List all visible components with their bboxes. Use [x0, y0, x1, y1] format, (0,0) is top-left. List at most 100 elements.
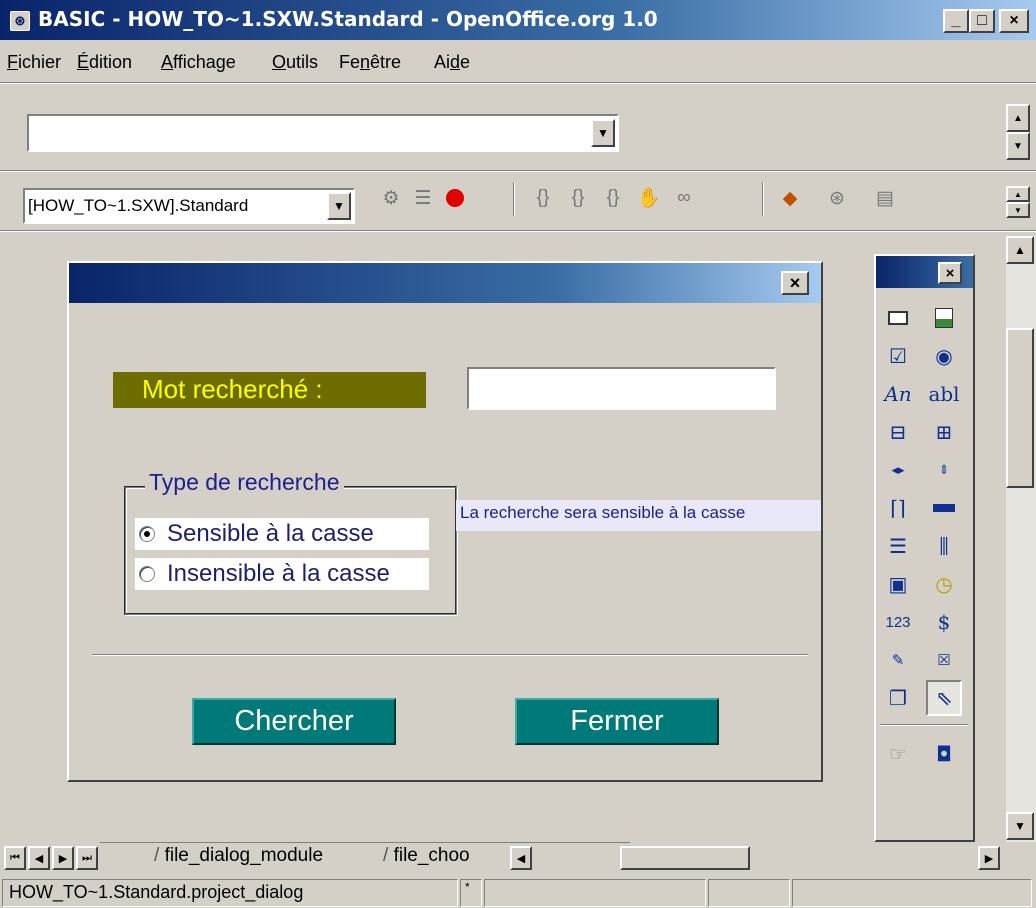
first-tab-button[interactable]: ⏮	[4, 846, 26, 870]
function-bar-scroll-down[interactable]: ▼	[1006, 132, 1030, 160]
modules-icon[interactable]: ⊛	[824, 185, 850, 211]
label-field-icon[interactable]: An	[880, 376, 916, 412]
hscroll-right-button[interactable]: ▶	[978, 846, 1000, 870]
basic-bar-scroll-down[interactable]: ▼	[1006, 202, 1030, 218]
close-button[interactable]: ×	[999, 9, 1029, 33]
dialog-title-bar[interactable]: ×	[69, 263, 821, 303]
formatted-field-icon[interactable]: ✎	[880, 642, 916, 678]
numeric-field-icon[interactable]: 123	[880, 604, 916, 640]
time-field-icon[interactable]: ◷	[926, 566, 962, 602]
v-line-icon[interactable]: ⫼	[926, 528, 962, 564]
progress-bar-icon[interactable]	[926, 490, 962, 526]
title-bar[interactable]: ⊛ BASIC - HOW_TO~1.SXW.Standard - OpenOf…	[0, 0, 1036, 40]
search-button[interactable]: Chercher	[192, 698, 396, 745]
pattern-field-icon[interactable]: ☒	[926, 642, 962, 678]
run-icon[interactable]: ☰	[410, 185, 436, 211]
next-tab-button[interactable]: ▶	[52, 846, 74, 870]
stop-icon[interactable]	[442, 185, 468, 211]
menu-outils[interactable]: Outils	[272, 52, 318, 73]
library-selector[interactable]: [HOW_TO~1.SXW].Standard ▼	[23, 188, 355, 224]
library-dropdown-button[interactable]: ▼	[327, 192, 351, 220]
watch-icon[interactable]: ∞	[671, 185, 697, 211]
openoffice-app-icon[interactable]: ⊛	[10, 11, 30, 31]
toolbox-close-button[interactable]: ×	[938, 262, 962, 284]
maximize-button[interactable]: □	[969, 9, 995, 33]
status-bar: HOW_TO~1.Standard.project_dialog *	[0, 876, 1036, 908]
breakpoint-icon[interactable]: ✋	[636, 185, 662, 211]
step-over-icon[interactable]: {}	[565, 185, 591, 211]
button-shape	[888, 311, 908, 325]
status-field-4	[792, 879, 1032, 907]
step-into-icon[interactable]: {}	[530, 185, 556, 211]
controls-toolbox[interactable]: × ☑ ◉ An abl ⊟ ⊞ ◂▸ ⇕ ⌈⌉ ☰ ⫼ ▣ ◷ 123 $ ✎…	[874, 254, 975, 842]
horizontal-line[interactable]	[92, 654, 808, 656]
search-input[interactable]	[467, 367, 776, 410]
url-combo[interactable]: ▼	[27, 114, 619, 152]
next-icon: ▶	[58, 852, 68, 865]
group-box-icon[interactable]: ⌈⌉	[880, 490, 916, 526]
dialog-close-button[interactable]: ×	[781, 271, 809, 295]
search-word-label[interactable]: Mot recherché :	[113, 372, 426, 408]
close-dialog-button[interactable]: Fermer	[515, 698, 719, 745]
menu-affichage[interactable]: Affichage	[161, 52, 236, 73]
tab-file-choo[interactable]: / file_choo	[383, 845, 470, 867]
vertical-scrollbar[interactable]: ▲ ▼	[1006, 236, 1036, 842]
hscroll-left-button[interactable]: ◀	[510, 846, 532, 870]
status-object-path: HOW_TO~1.Standard.project_dialog	[2, 879, 458, 907]
menu-bar: Fichier Édition Affichage Outils Fenêtre…	[0, 46, 1036, 76]
case-info-label[interactable]: La recherche sera sensible à la casse	[456, 500, 821, 531]
menu-fichier[interactable]: Fichier	[7, 52, 61, 73]
basic-bar-scroll-up[interactable]: ▲	[1006, 186, 1030, 202]
activate-test-mode-icon[interactable]: ◘	[926, 736, 962, 772]
url-dropdown-button[interactable]: ▼	[591, 119, 615, 147]
menu-fenetre[interactable]: Fenêtre	[339, 52, 401, 73]
currency-field-icon[interactable]: $	[926, 604, 962, 640]
arrow-up-icon: ▲	[1014, 189, 1022, 199]
combo-box-icon[interactable]: ⊞	[926, 414, 962, 450]
compile-icon[interactable]: ⚙	[378, 185, 404, 211]
menu-edition[interactable]: Édition	[77, 52, 132, 73]
arrow-right-icon: ▶	[984, 852, 994, 865]
module-tab-bar: ⏮ ◀ ▶ ⏭ / file_dialog_module / file_choo…	[0, 842, 1036, 876]
stop-dot	[446, 189, 464, 207]
button-tool-icon[interactable]	[880, 300, 916, 336]
image-shape	[935, 308, 953, 328]
minimize-icon: _	[951, 12, 961, 29]
project-dialog[interactable]: × Mot recherché : Type de recherche Sens…	[67, 261, 823, 782]
list-box-icon[interactable]: ⊟	[880, 414, 916, 450]
hscroll-thumb[interactable]	[620, 846, 750, 870]
menu-aide[interactable]: Aide	[434, 52, 470, 73]
properties-icon[interactable]: ☞	[880, 736, 916, 772]
image-control-icon[interactable]	[926, 300, 962, 336]
h-scrollbar-icon[interactable]: ◂▸	[880, 452, 916, 488]
function-bar-scroll-up[interactable]: ▲	[1006, 104, 1030, 132]
v-scrollbar-icon[interactable]: ⇕	[926, 452, 962, 488]
prev-tab-button[interactable]: ◀	[28, 846, 50, 870]
date-field-icon[interactable]: ▣	[880, 566, 916, 602]
checkbox-icon[interactable]: ☑	[880, 338, 916, 374]
toolbar-divider	[513, 182, 515, 216]
radio-insensitive[interactable]: Insensible à la casse	[135, 558, 429, 590]
first-icon: ⏮	[10, 851, 20, 864]
file-selection-icon[interactable]: ❐	[880, 680, 916, 716]
radio-sensitive[interactable]: Sensible à la casse	[135, 518, 429, 550]
select-pointer-icon[interactable]: ⇖	[926, 680, 962, 716]
minimize-button[interactable]: _	[943, 9, 969, 33]
h-line-icon[interactable]: ☰	[880, 528, 916, 564]
radio-insensitive-label: Insensible à la casse	[167, 560, 390, 587]
toolbox-divider	[880, 724, 968, 726]
tab-file-dialog-module[interactable]: / file_dialog_module	[154, 845, 323, 867]
macros-icon[interactable]: ◆	[777, 185, 803, 211]
search-type-group[interactable]	[124, 486, 457, 615]
step-out-icon[interactable]: {}	[600, 185, 626, 211]
text-box-icon[interactable]: abl	[926, 376, 962, 412]
scroll-up-button[interactable]: ▲	[1006, 236, 1034, 264]
status-field-2	[484, 879, 706, 907]
toolbox-title-bar[interactable]: ×	[876, 256, 973, 288]
dialog-icon[interactable]: ▤	[872, 185, 898, 211]
scroll-thumb[interactable]	[1006, 328, 1034, 488]
arrow-left-icon: ◀	[516, 852, 526, 865]
scroll-down-button[interactable]: ▼	[1006, 812, 1034, 840]
option-button-icon[interactable]: ◉	[926, 338, 962, 374]
last-tab-button[interactable]: ⏭	[76, 846, 98, 870]
